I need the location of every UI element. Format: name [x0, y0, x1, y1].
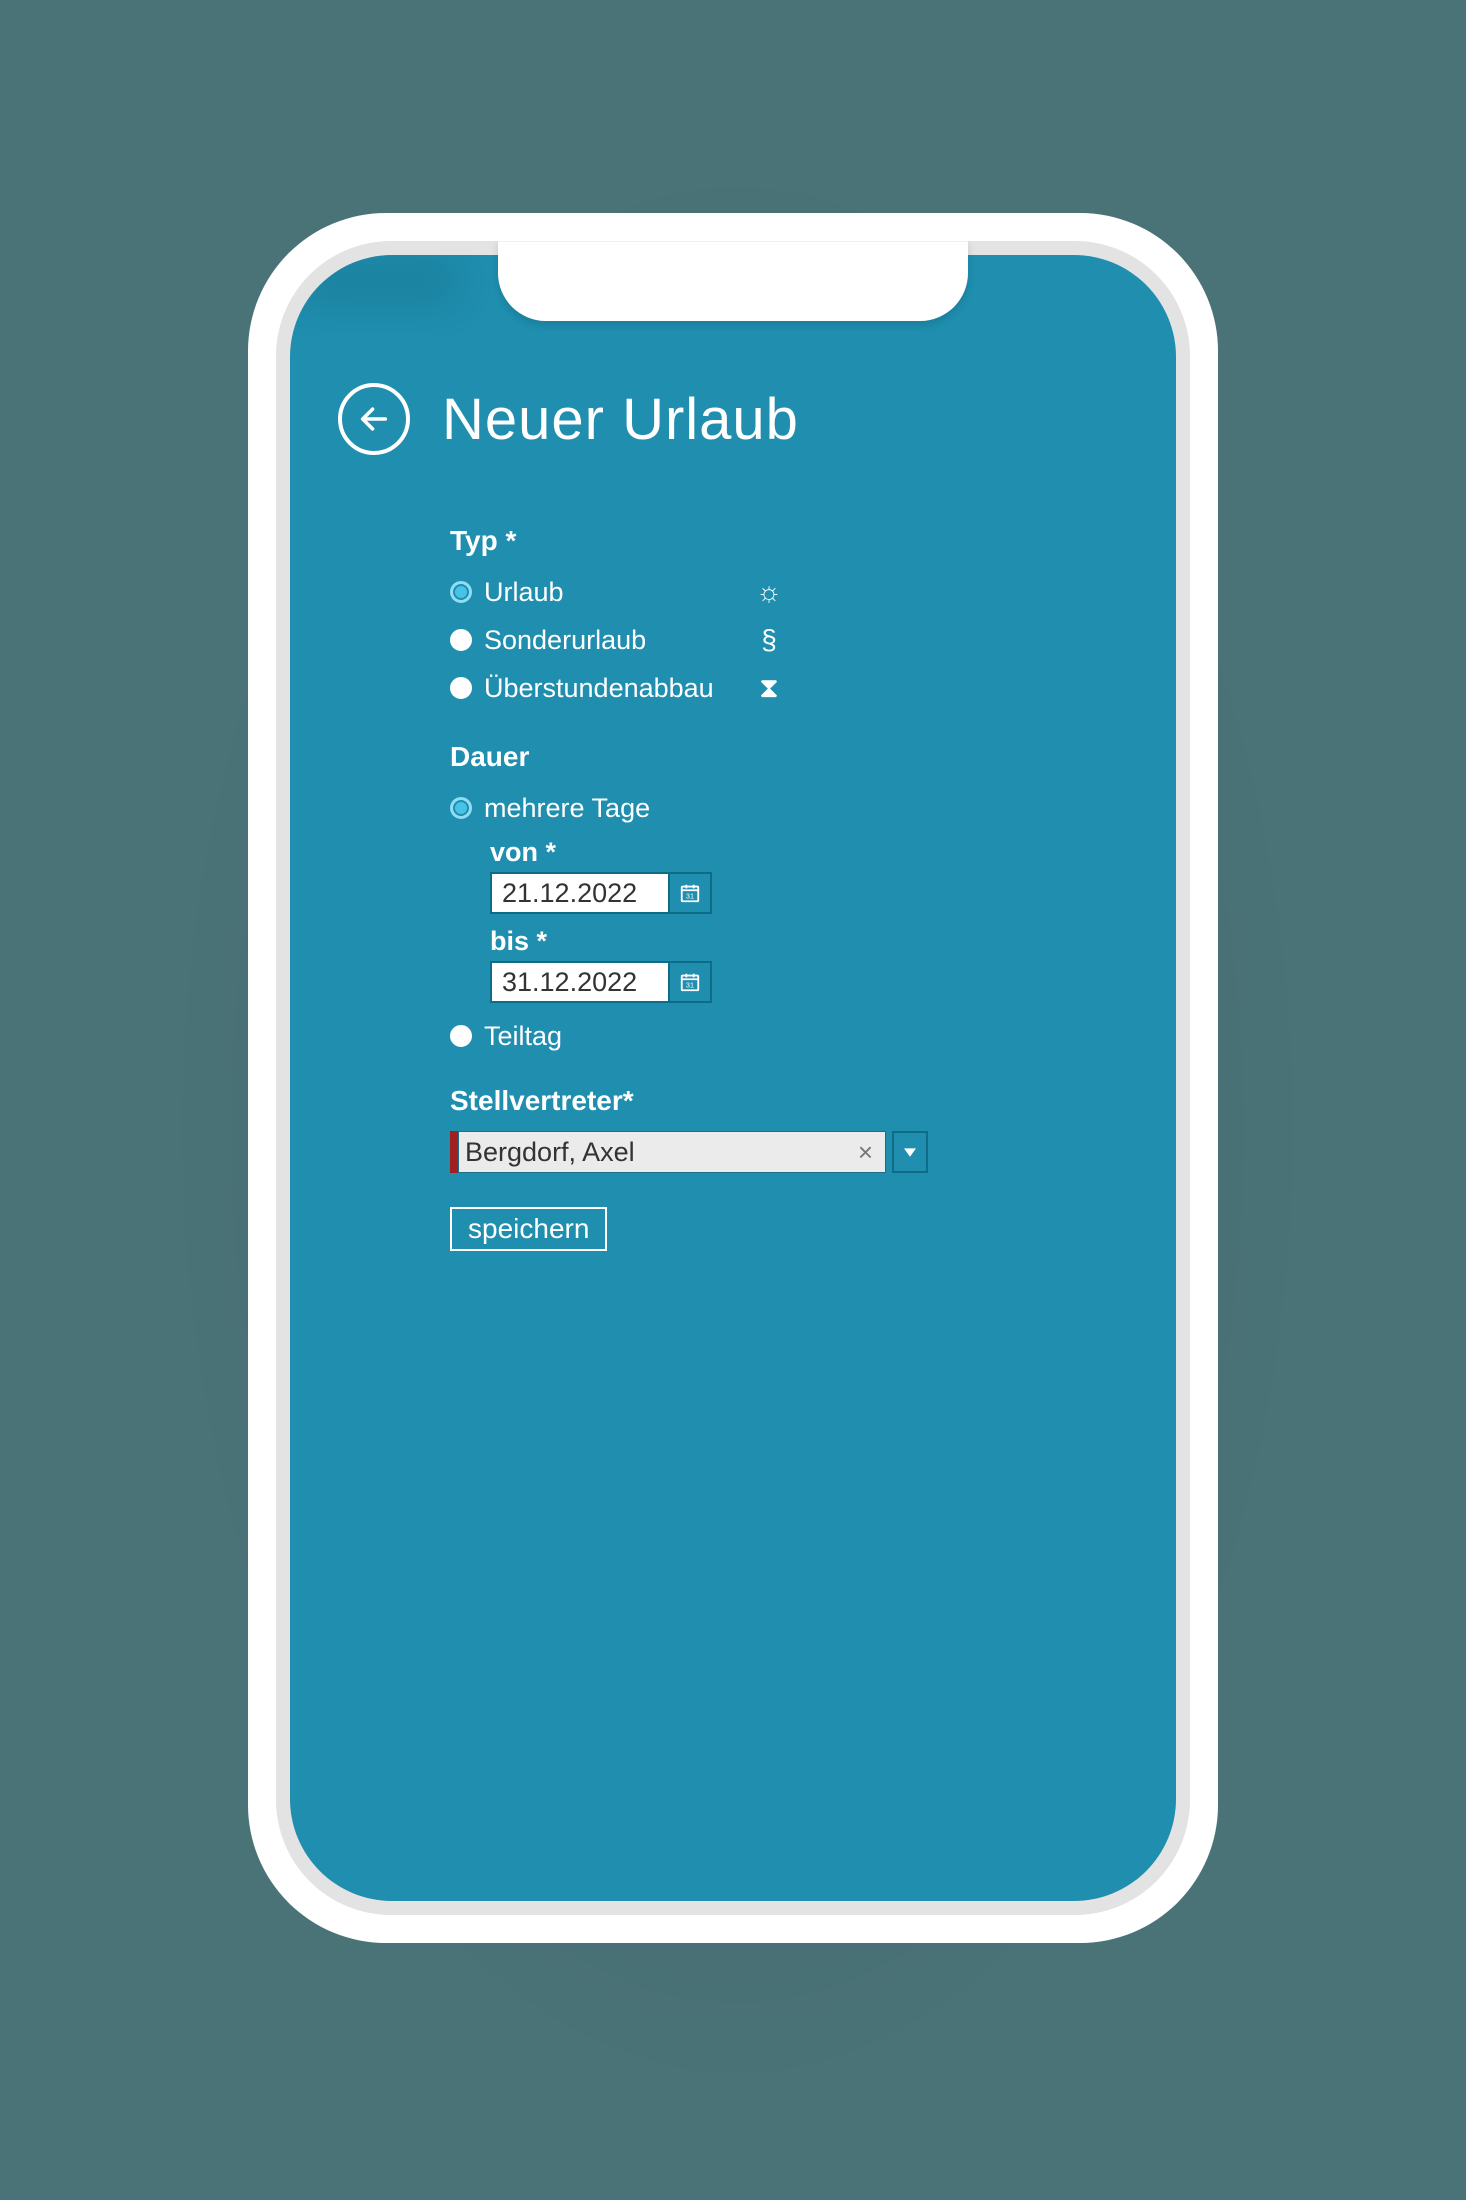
radio-sonderurlaub[interactable]	[450, 629, 472, 651]
radio-partial-day[interactable]	[450, 1025, 472, 1047]
duration-option-partial[interactable]: Teiltag	[450, 1015, 1116, 1057]
arrow-left-icon	[357, 402, 391, 436]
duration-section-label: Dauer	[450, 741, 1116, 773]
to-date-input[interactable]	[490, 961, 670, 1003]
type-option-sonderurlaub[interactable]: Sonderurlaub §	[450, 619, 1116, 661]
to-label: bis *	[490, 926, 1116, 957]
radio-urlaub[interactable]	[450, 581, 472, 603]
app-screen: Neuer Urlaub Typ * Urlaub ☼	[290, 255, 1176, 1901]
back-button[interactable]	[338, 383, 410, 455]
type-option-label: Sonderurlaub	[484, 625, 646, 656]
deputy-combobox[interactable]: Bergdorf, Axel ×	[450, 1131, 928, 1173]
duration-option-label: Teiltag	[484, 1021, 562, 1052]
save-button[interactable]: speichern	[450, 1207, 607, 1251]
calendar-icon: 31	[679, 971, 701, 993]
radio-ueberstunden[interactable]	[450, 677, 472, 699]
validation-bar	[450, 1131, 458, 1173]
deputy-label: Stellvertreter*	[450, 1085, 1116, 1117]
duration-option-label: mehrere Tage	[484, 793, 650, 824]
deputy-value: Bergdorf, Axel	[465, 1137, 854, 1168]
svg-text:31: 31	[686, 981, 694, 990]
section-icon: §	[752, 626, 786, 654]
duration-option-multi[interactable]: mehrere Tage	[450, 787, 1116, 829]
type-option-ueberstunden[interactable]: Überstundenabbau ⧗	[450, 667, 1116, 709]
from-date-picker-button[interactable]: 31	[670, 872, 712, 914]
from-date-input[interactable]	[490, 872, 670, 914]
clear-icon[interactable]: ×	[854, 1137, 877, 1168]
type-option-label: Überstundenabbau	[484, 673, 714, 704]
new-leave-form: Typ * Urlaub ☼ Sonderurlaub §	[450, 525, 1116, 1251]
from-label: von *	[490, 837, 1116, 868]
phone-notch	[498, 241, 968, 321]
sun-icon: ☼	[752, 578, 786, 606]
phone-frame: Neuer Urlaub Typ * Urlaub ☼	[248, 213, 1218, 1943]
type-section-label: Typ *	[450, 525, 1116, 557]
radio-multi-days[interactable]	[450, 797, 472, 819]
type-option-label: Urlaub	[484, 577, 564, 608]
to-date-picker-button[interactable]: 31	[670, 961, 712, 1003]
svg-text:31: 31	[686, 892, 694, 901]
caret-down-icon	[904, 1146, 916, 1158]
type-option-urlaub[interactable]: Urlaub ☼	[450, 571, 1116, 613]
hourglass-icon: ⧗	[752, 674, 786, 702]
calendar-icon: 31	[679, 882, 701, 904]
deputy-dropdown-button[interactable]	[892, 1131, 928, 1173]
page-title: Neuer Urlaub	[442, 386, 799, 453]
